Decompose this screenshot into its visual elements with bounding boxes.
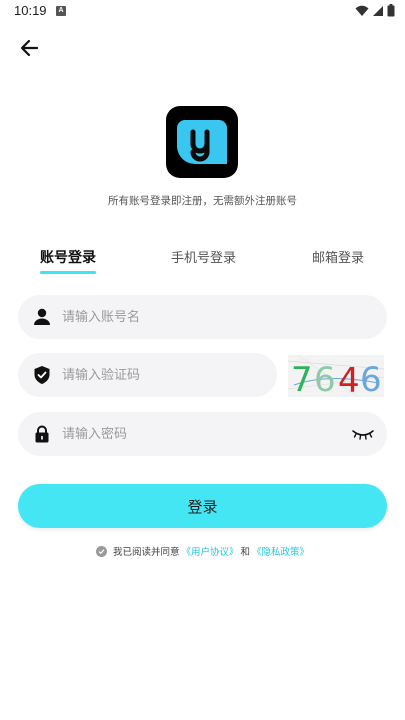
battery-icon [387, 4, 395, 17]
status-icons [355, 4, 395, 17]
agreement-checkbox[interactable] [95, 545, 107, 557]
app-logo-mark [177, 120, 227, 164]
privacy-policy-link[interactable]: 《隐私政策》 [252, 544, 309, 558]
captcha-field[interactable] [18, 353, 277, 397]
status-time: 10:19 [14, 3, 47, 18]
notification-icon: A [56, 6, 66, 16]
agreement-row: 我已阅读并同意 《用户协议》 和 《隐私政策》 [0, 544, 405, 558]
tab-phone-login[interactable]: 手机号登录 [171, 247, 236, 266]
login-button[interactable]: 登录 [18, 484, 387, 528]
app-logo [166, 106, 238, 178]
captcha-input[interactable] [62, 353, 262, 397]
password-field[interactable] [18, 412, 387, 456]
captcha-char-3: 4 [338, 361, 360, 397]
agreement-prefix: 我已阅读并同意 [112, 547, 180, 558]
captcha-graphic: 7 6 4 6 [288, 355, 384, 397]
lock-icon [35, 425, 49, 443]
eye-closed-icon[interactable] [351, 425, 375, 443]
tagline: 所有账号登录即注册，无需额外注册账号 [108, 195, 297, 207]
agreement-and: 和 [240, 547, 251, 558]
tab-active-indicator [40, 271, 96, 274]
account-field[interactable] [18, 295, 387, 339]
user-icon [34, 308, 50, 325]
captcha-char-4: 6 [360, 360, 382, 397]
tab-email-login[interactable]: 邮箱登录 [312, 247, 364, 266]
account-input[interactable] [62, 295, 372, 339]
shield-check-icon [34, 366, 50, 384]
check-icon [98, 548, 105, 554]
wifi-icon [355, 5, 369, 16]
captcha-char-2: 6 [314, 360, 336, 397]
arrow-left-icon [20, 39, 39, 57]
password-input[interactable] [62, 412, 332, 456]
user-agreement-link[interactable]: 《用户协议》 [181, 544, 238, 558]
tab-account-login[interactable]: 账号登录 [40, 247, 96, 267]
captcha-image[interactable]: 7 6 4 6 [288, 355, 384, 397]
signal-icon [373, 5, 383, 16]
captcha-char-1: 7 [291, 360, 313, 397]
back-button[interactable] [18, 36, 42, 60]
status-bar: 10:19 A [0, 0, 405, 24]
